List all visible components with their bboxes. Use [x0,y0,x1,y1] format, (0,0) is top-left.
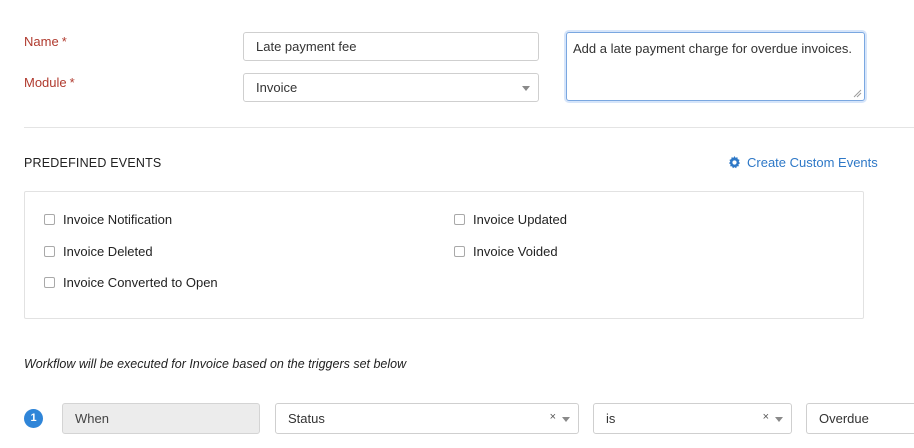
module-select-value: Invoice [256,80,298,95]
workflow-form: Name * Late payment fee Module * Invoice A… [0,0,914,448]
operator-select[interactable]: is × [593,403,792,434]
event-invoice-converted-to-open[interactable]: Invoice Converted to Open [44,275,218,290]
checkbox[interactable] [454,246,465,257]
section-divider [24,127,914,128]
event-invoice-voided[interactable]: Invoice Voided [454,244,558,259]
value-text: Overdue [819,411,869,426]
module-label: Module * [24,75,75,90]
checkbox[interactable] [44,214,55,225]
event-label: Invoice Updated [473,212,567,227]
resize-grip-icon[interactable] [853,89,862,98]
clear-icon[interactable]: × [763,404,769,431]
description-text: Add a late payment charge for overdue in… [573,41,852,56]
chevron-down-icon [775,417,783,422]
gear-icon [728,156,741,169]
required-marker: * [69,75,75,90]
name-label: Name * [24,34,67,49]
value-select[interactable]: Overdue [806,403,914,434]
chevron-down-icon [562,417,570,422]
trigger-field-value: Status [288,411,325,426]
create-custom-events-link[interactable]: Create Custom Events [728,155,878,170]
checkbox[interactable] [454,214,465,225]
create-custom-events-label: Create Custom Events [747,155,878,170]
event-invoice-deleted[interactable]: Invoice Deleted [44,244,153,259]
chevron-down-icon [522,86,530,91]
operator-value: is [606,411,616,426]
checkbox[interactable] [44,246,55,257]
name-label-text: Name [24,34,59,49]
clear-icon[interactable]: × [550,404,556,431]
event-invoice-notification[interactable]: Invoice Notification [44,212,172,227]
workflow-note: Workflow will be executed for Invoice ba… [24,357,407,371]
module-label-text: Module [24,75,67,90]
checkbox[interactable] [44,277,55,288]
predefined-events-title: PREDEFINED EVENTS [24,156,162,170]
event-label: Invoice Notification [63,212,173,227]
events-panel: Invoice Notification Invoice Updated Inv… [24,191,864,319]
module-select[interactable]: Invoice [243,73,539,102]
step-number-badge: 1 [24,409,43,428]
description-textarea[interactable]: Add a late payment charge for overdue in… [566,32,865,101]
event-label: Invoice Deleted [63,244,153,259]
trigger-field-select[interactable]: Status × [275,403,579,434]
required-marker: * [61,34,67,49]
event-label: Invoice Converted to Open [63,275,218,290]
event-invoice-updated[interactable]: Invoice Updated [454,212,567,227]
when-field: When [62,403,260,434]
event-label: Invoice Voided [473,244,558,259]
name-input[interactable]: Late payment fee [243,32,539,61]
